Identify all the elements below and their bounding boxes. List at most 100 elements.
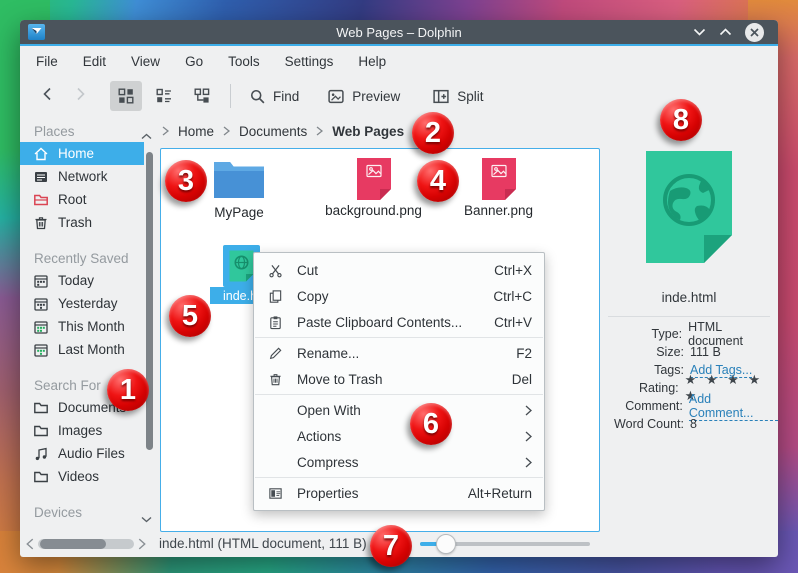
toolbar-separator	[230, 84, 231, 108]
annotation-badge-6: 6	[410, 403, 452, 445]
menu-separator	[255, 337, 543, 338]
comment-label: Comment:	[600, 399, 683, 413]
trash-icon	[33, 215, 49, 231]
sidebar-scrollbar[interactable]	[146, 152, 153, 450]
menu-item-properties[interactable]: Properties Alt+Return	[254, 480, 544, 506]
section-places: Places	[20, 120, 160, 142]
breadcrumb-documents[interactable]: Documents	[239, 124, 307, 139]
sidebar-item-trash[interactable]: Trash	[20, 211, 144, 234]
chevron-up-icon[interactable]	[141, 128, 152, 143]
sidebar-item-this-month[interactable]: This Month	[20, 315, 144, 338]
annotation-badge-5: 5	[169, 295, 211, 337]
image-file-icon	[356, 157, 392, 201]
menu-item-compress[interactable]: Compress	[254, 449, 544, 475]
chevron-right-icon	[162, 126, 169, 136]
menu-item-move-to-trash[interactable]: Move to Trash Del	[254, 366, 544, 392]
sidebar-item-videos[interactable]: Videos	[20, 465, 144, 488]
breadcrumb: Home Documents Web Pages	[162, 116, 404, 146]
submenu-chevron-icon	[525, 457, 532, 468]
menu-settings[interactable]: Settings	[285, 54, 334, 69]
preview-file-name: inde.html	[600, 290, 778, 305]
calendar-green-icon	[33, 319, 49, 335]
panel-separator	[608, 316, 770, 317]
home-icon	[33, 146, 49, 162]
folder-icon	[211, 157, 267, 203]
sidebar-item-home[interactable]: Home	[20, 142, 144, 165]
minimize-button[interactable]	[693, 20, 706, 44]
menu-file[interactable]: File	[36, 54, 58, 69]
context-menu: Cut Ctrl+X Copy Ctrl+C Paste Clipboard C…	[253, 252, 545, 511]
maximize-button[interactable]	[719, 20, 732, 44]
sidebar-item-audio-files[interactable]: Audio Files	[20, 442, 144, 465]
submenu-chevron-icon	[525, 405, 532, 416]
folder-icon	[33, 469, 49, 485]
copy-icon	[266, 289, 284, 304]
sidebar-item-last-month[interactable]: Last Month	[20, 338, 144, 361]
file-label: MyPage	[214, 205, 264, 220]
sidebar-item-root[interactable]: Root	[20, 188, 144, 211]
add-comment-link[interactable]: Add Comment...	[689, 392, 778, 421]
folder-icon	[33, 400, 49, 416]
scroll-left-icon[interactable]	[26, 538, 34, 550]
menu-tools[interactable]: Tools	[228, 54, 260, 69]
file-label: Banner.png	[464, 203, 533, 218]
section-devices: Devices	[20, 501, 160, 523]
desktop-wallpaper: Web Pages – Dolphin File Edit View Go To…	[0, 0, 798, 573]
sidebar-item-images[interactable]: Images	[20, 419, 144, 442]
sidebar-item-network[interactable]: Network	[20, 165, 144, 188]
places-panel: Places Home Network Root Trash Recently …	[20, 120, 160, 532]
calendar-icon	[33, 273, 49, 289]
find-button[interactable]: Find	[243, 84, 305, 109]
zoom-slider-handle[interactable]	[436, 534, 456, 554]
rating-label: Rating:	[600, 381, 679, 395]
annotation-badge-3: 3	[165, 160, 207, 202]
scroll-thumb[interactable]	[40, 539, 106, 549]
type-label: Type:	[600, 327, 682, 341]
annotation-badge-1: 1	[107, 369, 149, 411]
preview-button[interactable]: Preview	[321, 84, 406, 109]
network-icon	[33, 169, 49, 185]
status-text: inde.html (HTML document, 111 B)	[159, 536, 367, 551]
menu-bar: File Edit View Go Tools Settings Help	[20, 46, 778, 76]
split-button[interactable]: Split	[426, 84, 489, 109]
menu-item-cut[interactable]: Cut Ctrl+X	[254, 257, 544, 283]
pencil-icon	[266, 346, 284, 361]
image-file-icon	[481, 157, 517, 201]
annotation-badge-2: 2	[412, 112, 454, 154]
menu-go[interactable]: Go	[185, 54, 203, 69]
chevron-down-icon[interactable]	[141, 511, 152, 526]
back-button[interactable]	[32, 82, 64, 111]
menu-view[interactable]: View	[131, 54, 160, 69]
sidebar-item-yesterday[interactable]: Yesterday	[20, 292, 144, 315]
music-note-icon	[33, 446, 49, 462]
icons-view-button[interactable]	[110, 81, 142, 111]
tree-view-button[interactable]	[186, 81, 218, 111]
sidebar-item-today[interactable]: Today	[20, 269, 144, 292]
zoom-slider[interactable]	[420, 542, 590, 546]
scroll-right-icon[interactable]	[138, 538, 146, 550]
type-value: HTML document	[688, 320, 778, 348]
menu-item-copy[interactable]: Copy Ctrl+C	[254, 283, 544, 309]
menu-help[interactable]: Help	[358, 54, 386, 69]
menu-item-paste[interactable]: Paste Clipboard Contents... Ctrl+V	[254, 309, 544, 335]
menu-item-open-with[interactable]: Open With	[254, 397, 544, 423]
calendar-green-icon	[33, 342, 49, 358]
information-panel: inde.html Type:HTML document Size:111 B …	[600, 146, 778, 532]
menu-item-rename[interactable]: Rename... F2	[254, 340, 544, 366]
menu-edit[interactable]: Edit	[83, 54, 106, 69]
forward-button[interactable]	[64, 82, 96, 111]
annotation-badge-4: 4	[417, 160, 459, 202]
scroll-track[interactable]	[38, 539, 134, 549]
clipboard-icon	[266, 315, 284, 330]
breadcrumb-web-pages[interactable]: Web Pages	[332, 124, 404, 139]
details-view-button[interactable]	[148, 81, 180, 111]
close-button[interactable]	[745, 23, 764, 42]
breadcrumb-home[interactable]: Home	[178, 124, 214, 139]
menu-item-actions[interactable]: Actions	[254, 423, 544, 449]
tags-label: Tags:	[600, 363, 684, 377]
properties-icon	[266, 486, 284, 501]
sidebar-horizontal-scrollbar[interactable]	[26, 537, 156, 551]
scissors-icon	[266, 263, 284, 278]
titlebar[interactable]: Web Pages – Dolphin	[20, 20, 778, 44]
file-mypage[interactable]: MyPage	[198, 157, 280, 220]
